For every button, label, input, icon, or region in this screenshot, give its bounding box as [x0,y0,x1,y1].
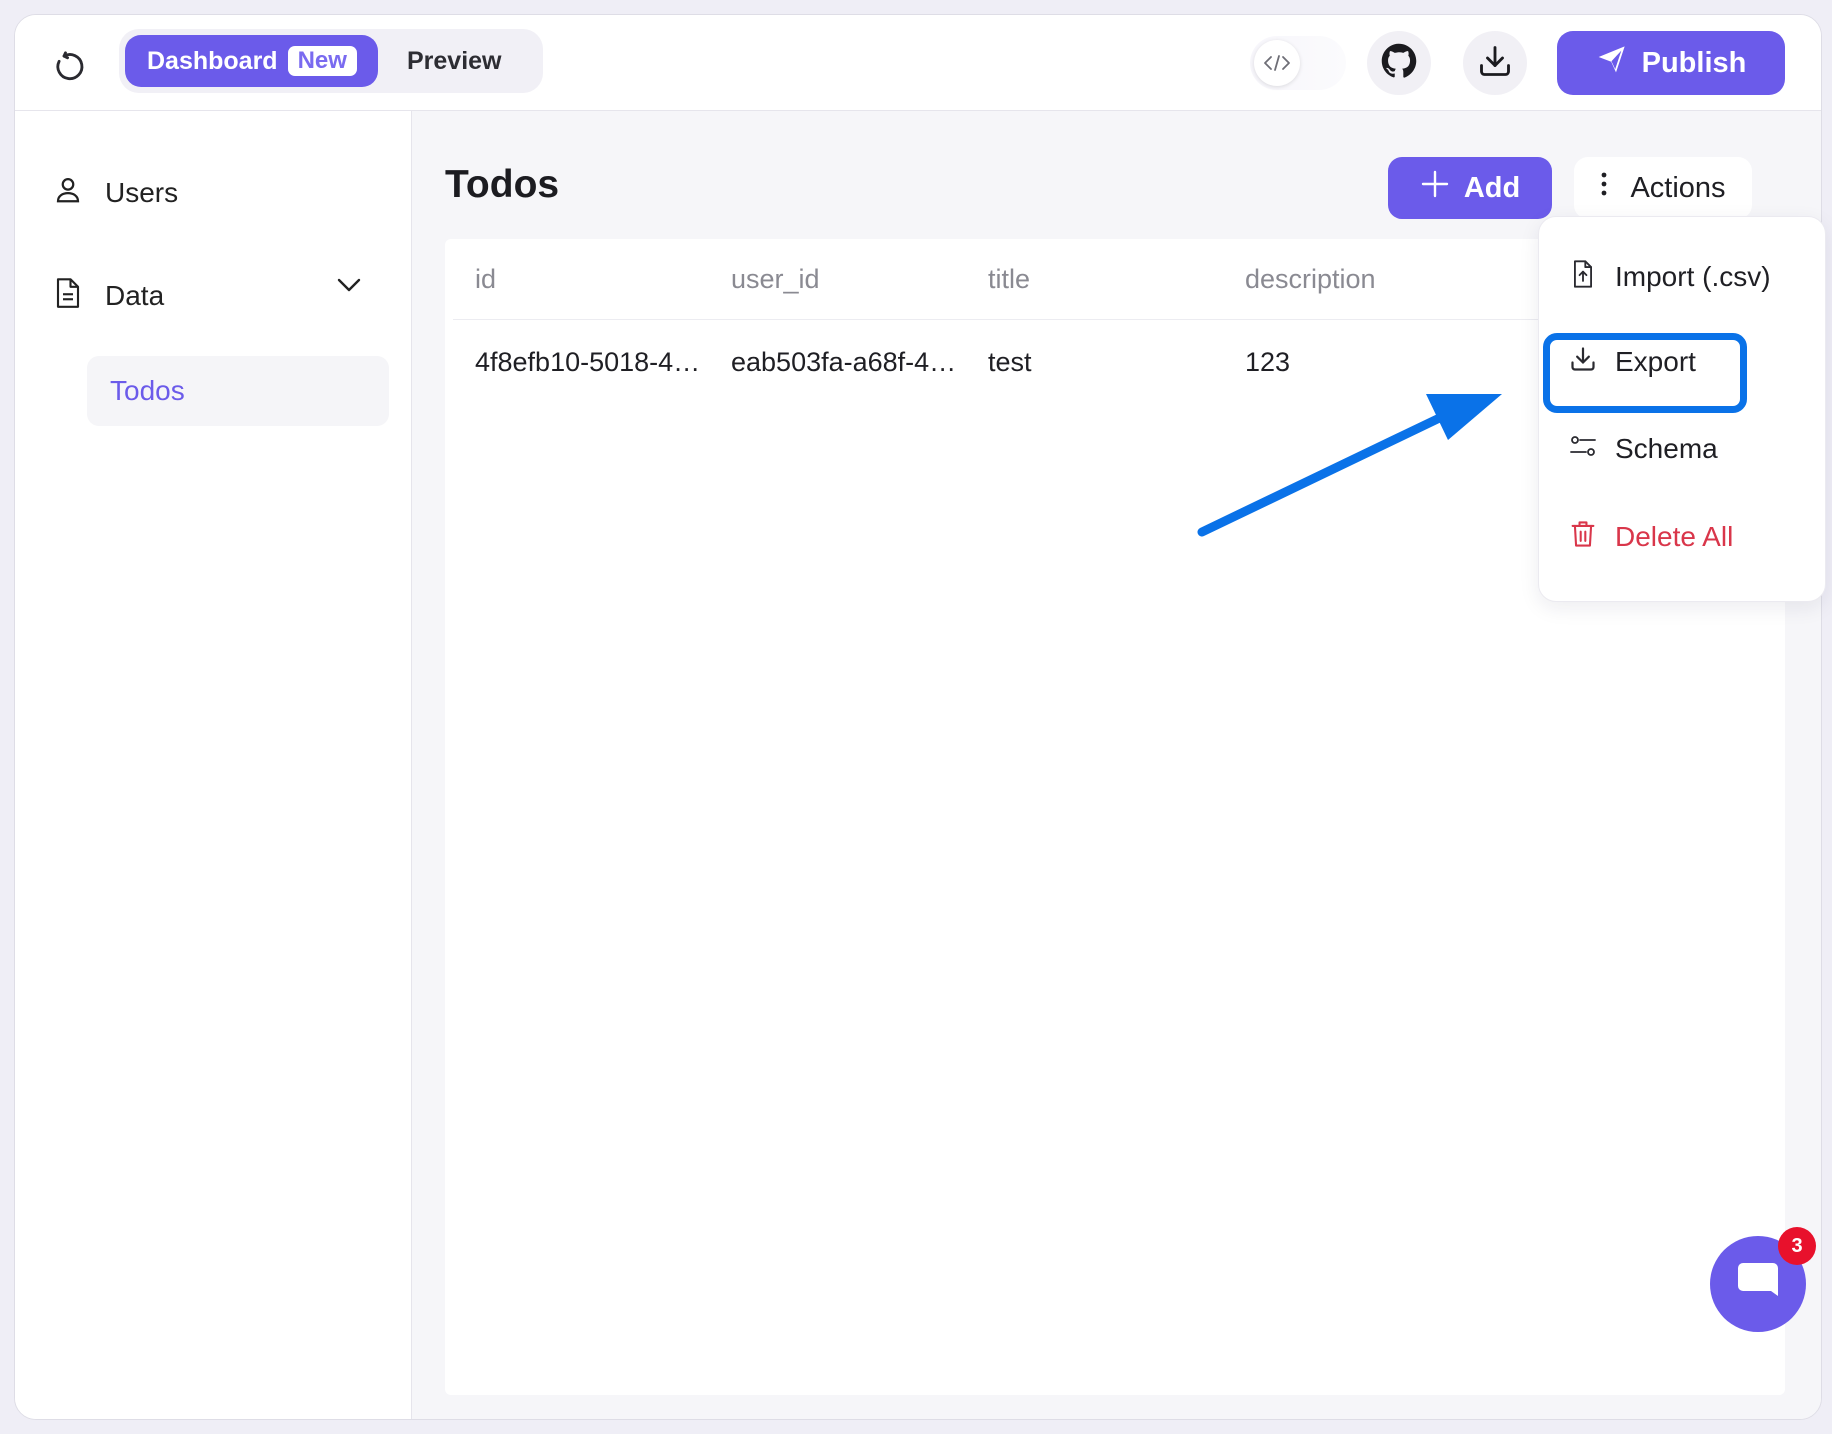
tab-dashboard[interactable]: Dashboard New [125,35,378,87]
page-title: Todos [445,163,560,206]
table-cell: eab503fa-a68f-4… [731,347,957,377]
publish-label: Publish [1641,46,1747,79]
chat-bubble-icon [1735,1259,1781,1310]
refresh-icon[interactable] [45,43,93,91]
actions-button[interactable]: Actions [1574,157,1752,219]
top-bar: Dashboard New Preview Publish [15,15,1821,111]
table-cell: test [988,347,1032,377]
new-badge: New [287,46,357,76]
column-header-description[interactable]: description [1245,264,1376,295]
menu-item-schema[interactable]: Schema [1569,424,1718,474]
add-button[interactable]: Add [1388,157,1552,219]
add-label: Add [1463,171,1521,204]
menu-item-label: Delete All [1615,521,1734,552]
sidebar-item-todos[interactable]: Todos [87,356,389,426]
plus-icon [1420,169,1450,207]
menu-item-label: Import (.csv) [1615,261,1771,292]
sidebar: Users Data Todos [15,111,412,1419]
sidebar-item-label: Data [105,280,165,311]
sidebar-item-users[interactable]: Users [53,163,178,223]
document-icon [53,276,83,317]
sliders-icon [1569,433,1597,465]
menu-item-delete-all[interactable]: Delete All [1569,512,1733,562]
column-header-title[interactable]: title [988,264,1030,295]
user-icon [53,174,83,213]
export-highlight-box [1543,333,1747,413]
notification-badge: 3 [1778,1227,1816,1265]
code-icon [1254,40,1300,86]
code-view-toggle[interactable] [1250,36,1346,90]
more-vertical-icon [1600,171,1608,205]
trash-icon [1569,519,1597,556]
github-button[interactable] [1367,31,1431,95]
annotation-arrow-icon [1190,388,1510,553]
table-cell: 123 [1245,347,1291,377]
github-icon [1381,43,1417,84]
chevron-down-icon[interactable] [335,276,363,299]
sidebar-item-data[interactable]: Data [53,266,164,326]
tab-preview[interactable]: Preview [407,35,502,87]
view-switcher: Dashboard New Preview [119,29,543,93]
download-button[interactable] [1463,31,1527,95]
file-upload-icon [1569,259,1597,296]
menu-item-label: Schema [1615,433,1718,464]
tab-dashboard-label: Dashboard [147,46,278,75]
column-header-id[interactable]: id [475,264,496,295]
publish-button[interactable]: Publish [1557,31,1785,95]
menu-item-import[interactable]: Import (.csv) [1569,252,1771,302]
sidebar-item-label: Users [105,177,179,208]
column-header-user-id[interactable]: user_id [731,264,820,295]
download-icon [1477,43,1513,84]
actions-label: Actions [1630,171,1726,204]
table-cell: 4f8efb10-5018-4… [475,347,701,377]
send-icon [1596,43,1628,83]
